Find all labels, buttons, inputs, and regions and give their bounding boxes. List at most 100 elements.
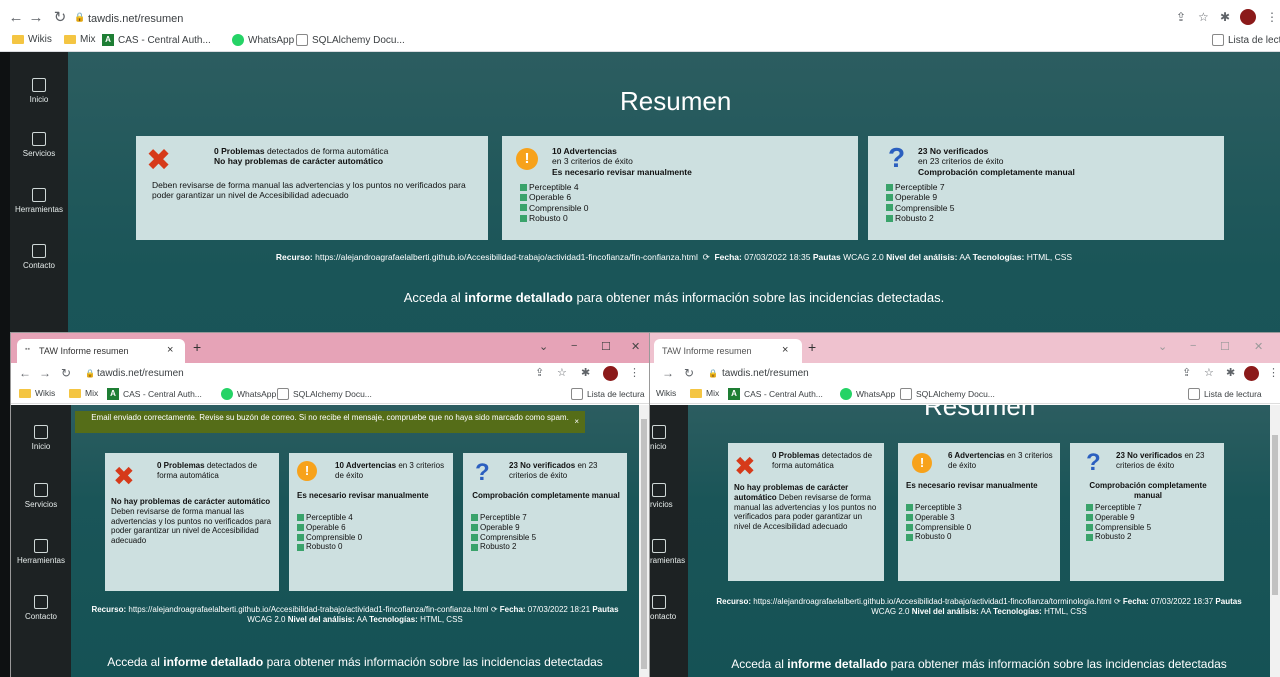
address-bar[interactable]: tawdis.net/resumen [88,13,183,25]
sidebar-item-contacto[interactable]: ontacto [650,595,688,621]
criterion-operable[interactable]: Operable 6 [297,523,362,533]
bookmark-mix[interactable]: Mix [690,388,719,398]
criterion-operable[interactable]: Operable 3 [906,513,971,523]
criterion-robusto[interactable]: Robusto 2 [1086,532,1151,542]
share-icon[interactable]: ⇪ [1182,366,1191,379]
criterion-perceptible[interactable]: Perceptible 4 [520,182,589,192]
extensions-icon[interactable]: ✱ [1220,10,1230,24]
extensions-icon[interactable]: ✱ [1226,366,1235,379]
bookmark-cas[interactable]: A CAS - Central Auth... [107,388,202,400]
address-bar[interactable]: tawdis.net/resumen [722,368,809,379]
back-arrow-icon[interactable]: ← [6,8,26,28]
sidebar-item-herramientas[interactable]: ramientas [650,539,688,565]
criterion-perceptible[interactable]: Perceptible 7 [471,513,536,523]
bookmark-sqlalchemy[interactable]: SQLAlchemy Docu... [900,388,995,400]
criterion-robusto[interactable]: Robusto 0 [906,532,971,542]
sidebar-item-herramientas[interactable]: Herramientas [11,539,71,565]
forward-arrow-icon[interactable]: → [26,8,46,28]
criterion-operable[interactable]: Operable 9 [886,192,955,202]
refresh-icon[interactable]: ⟳ [491,605,498,614]
reload-icon[interactable]: ↻ [50,8,70,28]
sidebar-item-inicio[interactable]: Inicio [10,78,68,104]
resource-url[interactable]: https://alejandroagrafaelalberti.github.… [753,597,1111,606]
refresh-icon[interactable]: ⟳ [1114,597,1121,606]
scrollbar[interactable] [1270,405,1280,677]
criterion-robusto[interactable]: Robusto 2 [886,213,955,223]
share-icon[interactable]: ⇪ [1176,10,1186,24]
menu-icon[interactable]: ⋮ [1266,10,1278,24]
scrollbar-thumb[interactable] [1272,435,1278,595]
sidebar-item-inicio[interactable]: nicio [650,425,688,451]
avatar[interactable] [1240,9,1256,25]
bookmark-wikis[interactable]: Wikis [12,34,52,45]
criterion-operable[interactable]: Operable 9 [1086,513,1151,523]
scrollbar-thumb[interactable] [641,419,647,669]
bookmark-cas[interactable]: A CAS - Central Auth... [102,34,211,46]
sidebar-item-inicio[interactable]: Inicio [11,425,71,451]
criterion-comprensible[interactable]: Comprensible 0 [906,523,971,533]
bookmark-whatsapp[interactable]: WhatsApp [221,388,276,400]
forward-arrow-icon[interactable]: → [39,366,51,380]
bookmark-sqlalchemy[interactable]: SQLAlchemy Docu... [296,34,405,46]
extensions-icon[interactable]: ✱ [581,366,590,379]
scrollbar[interactable] [639,405,649,677]
criterion-comprensible[interactable]: Comprensible 5 [886,203,955,213]
criterion-comprensible[interactable]: Comprensible 0 [297,533,362,543]
star-icon[interactable]: ☆ [557,366,567,379]
sidebar-item-servicios[interactable]: Servicios [11,483,71,509]
tab-search-icon[interactable]: ⌄ [539,340,548,353]
detailed-report-link[interactable]: informe detallado [163,655,263,669]
bookmark-sqlalchemy[interactable]: SQLAlchemy Docu... [277,388,372,400]
avatar[interactable] [1244,366,1259,381]
criterion-perceptible[interactable]: Perceptible 3 [906,503,971,513]
minimize-icon[interactable]: − [1190,340,1196,352]
sidebar-item-herramientas[interactable]: Herramientas [10,188,68,214]
criterion-comprensible[interactable]: Comprensible 5 [1086,523,1151,533]
forward-arrow-icon[interactable]: → [662,366,674,380]
close-window-icon[interactable]: ✕ [1254,340,1263,353]
reading-list[interactable]: Lista de lectu [1212,34,1280,46]
resource-url[interactable]: https://alejandroagrafaelalberti.github.… [128,605,488,614]
criterion-perceptible[interactable]: Perceptible 7 [1086,503,1151,513]
criterion-robusto[interactable]: Robusto 0 [520,213,589,223]
bookmark-mix[interactable]: Mix [69,388,98,398]
detailed-report-link[interactable]: informe detallado [464,290,572,305]
menu-icon[interactable]: ⋮ [629,366,640,379]
refresh-icon[interactable]: ⟳ [700,252,712,262]
reload-icon[interactable]: ↻ [684,366,694,380]
maximize-icon[interactable]: ☐ [601,340,611,353]
criterion-robusto[interactable]: Robusto 0 [297,542,362,552]
resource-url[interactable]: https://alejandroagrafaelalberti.github.… [315,252,698,262]
menu-icon[interactable]: ⋮ [1268,366,1279,379]
star-icon[interactable]: ☆ [1198,10,1209,24]
tab-taw-informe[interactable]: ▪▪ TAW Informe resumen × [17,339,185,363]
address-bar[interactable]: tawdis.net/resumen [97,368,184,379]
bookmark-cas[interactable]: A CAS - Central Auth... [728,388,823,400]
tab-search-icon[interactable]: ⌄ [1158,340,1167,353]
criterion-perceptible[interactable]: Perceptible 4 [297,513,362,523]
close-tab-icon[interactable]: × [782,344,788,356]
detailed-report-link[interactable]: informe detallado [787,657,887,671]
close-window-icon[interactable]: ✕ [631,340,640,353]
criterion-perceptible[interactable]: Perceptible 7 [886,182,955,192]
new-tab-icon[interactable]: + [193,339,201,355]
maximize-icon[interactable]: ☐ [1220,340,1230,353]
avatar[interactable] [603,366,618,381]
criterion-robusto[interactable]: Robusto 2 [471,542,536,552]
bookmark-wikis[interactable]: Wikis [19,388,55,398]
star-icon[interactable]: ☆ [1204,366,1214,379]
criterion-operable[interactable]: Operable 9 [471,523,536,533]
bookmark-mix[interactable]: Mix [64,34,96,45]
reading-list[interactable]: Lista de lectura [571,388,645,400]
minimize-icon[interactable]: − [571,340,577,352]
sidebar-item-contacto[interactable]: Contacto [10,244,68,270]
reload-icon[interactable]: ↻ [61,366,71,380]
sidebar-item-servicios[interactable]: rvicios [650,483,688,509]
bookmark-wikis[interactable]: Wikis [656,388,676,398]
sidebar-item-servicios[interactable]: Servicios [10,132,68,158]
back-arrow-icon[interactable]: ← [19,366,31,380]
share-icon[interactable]: ⇪ [535,366,544,379]
bookmark-whatsapp[interactable]: WhatsApp [232,34,294,46]
close-tab-icon[interactable]: × [167,344,173,356]
close-toast-icon[interactable]: × [574,417,579,427]
